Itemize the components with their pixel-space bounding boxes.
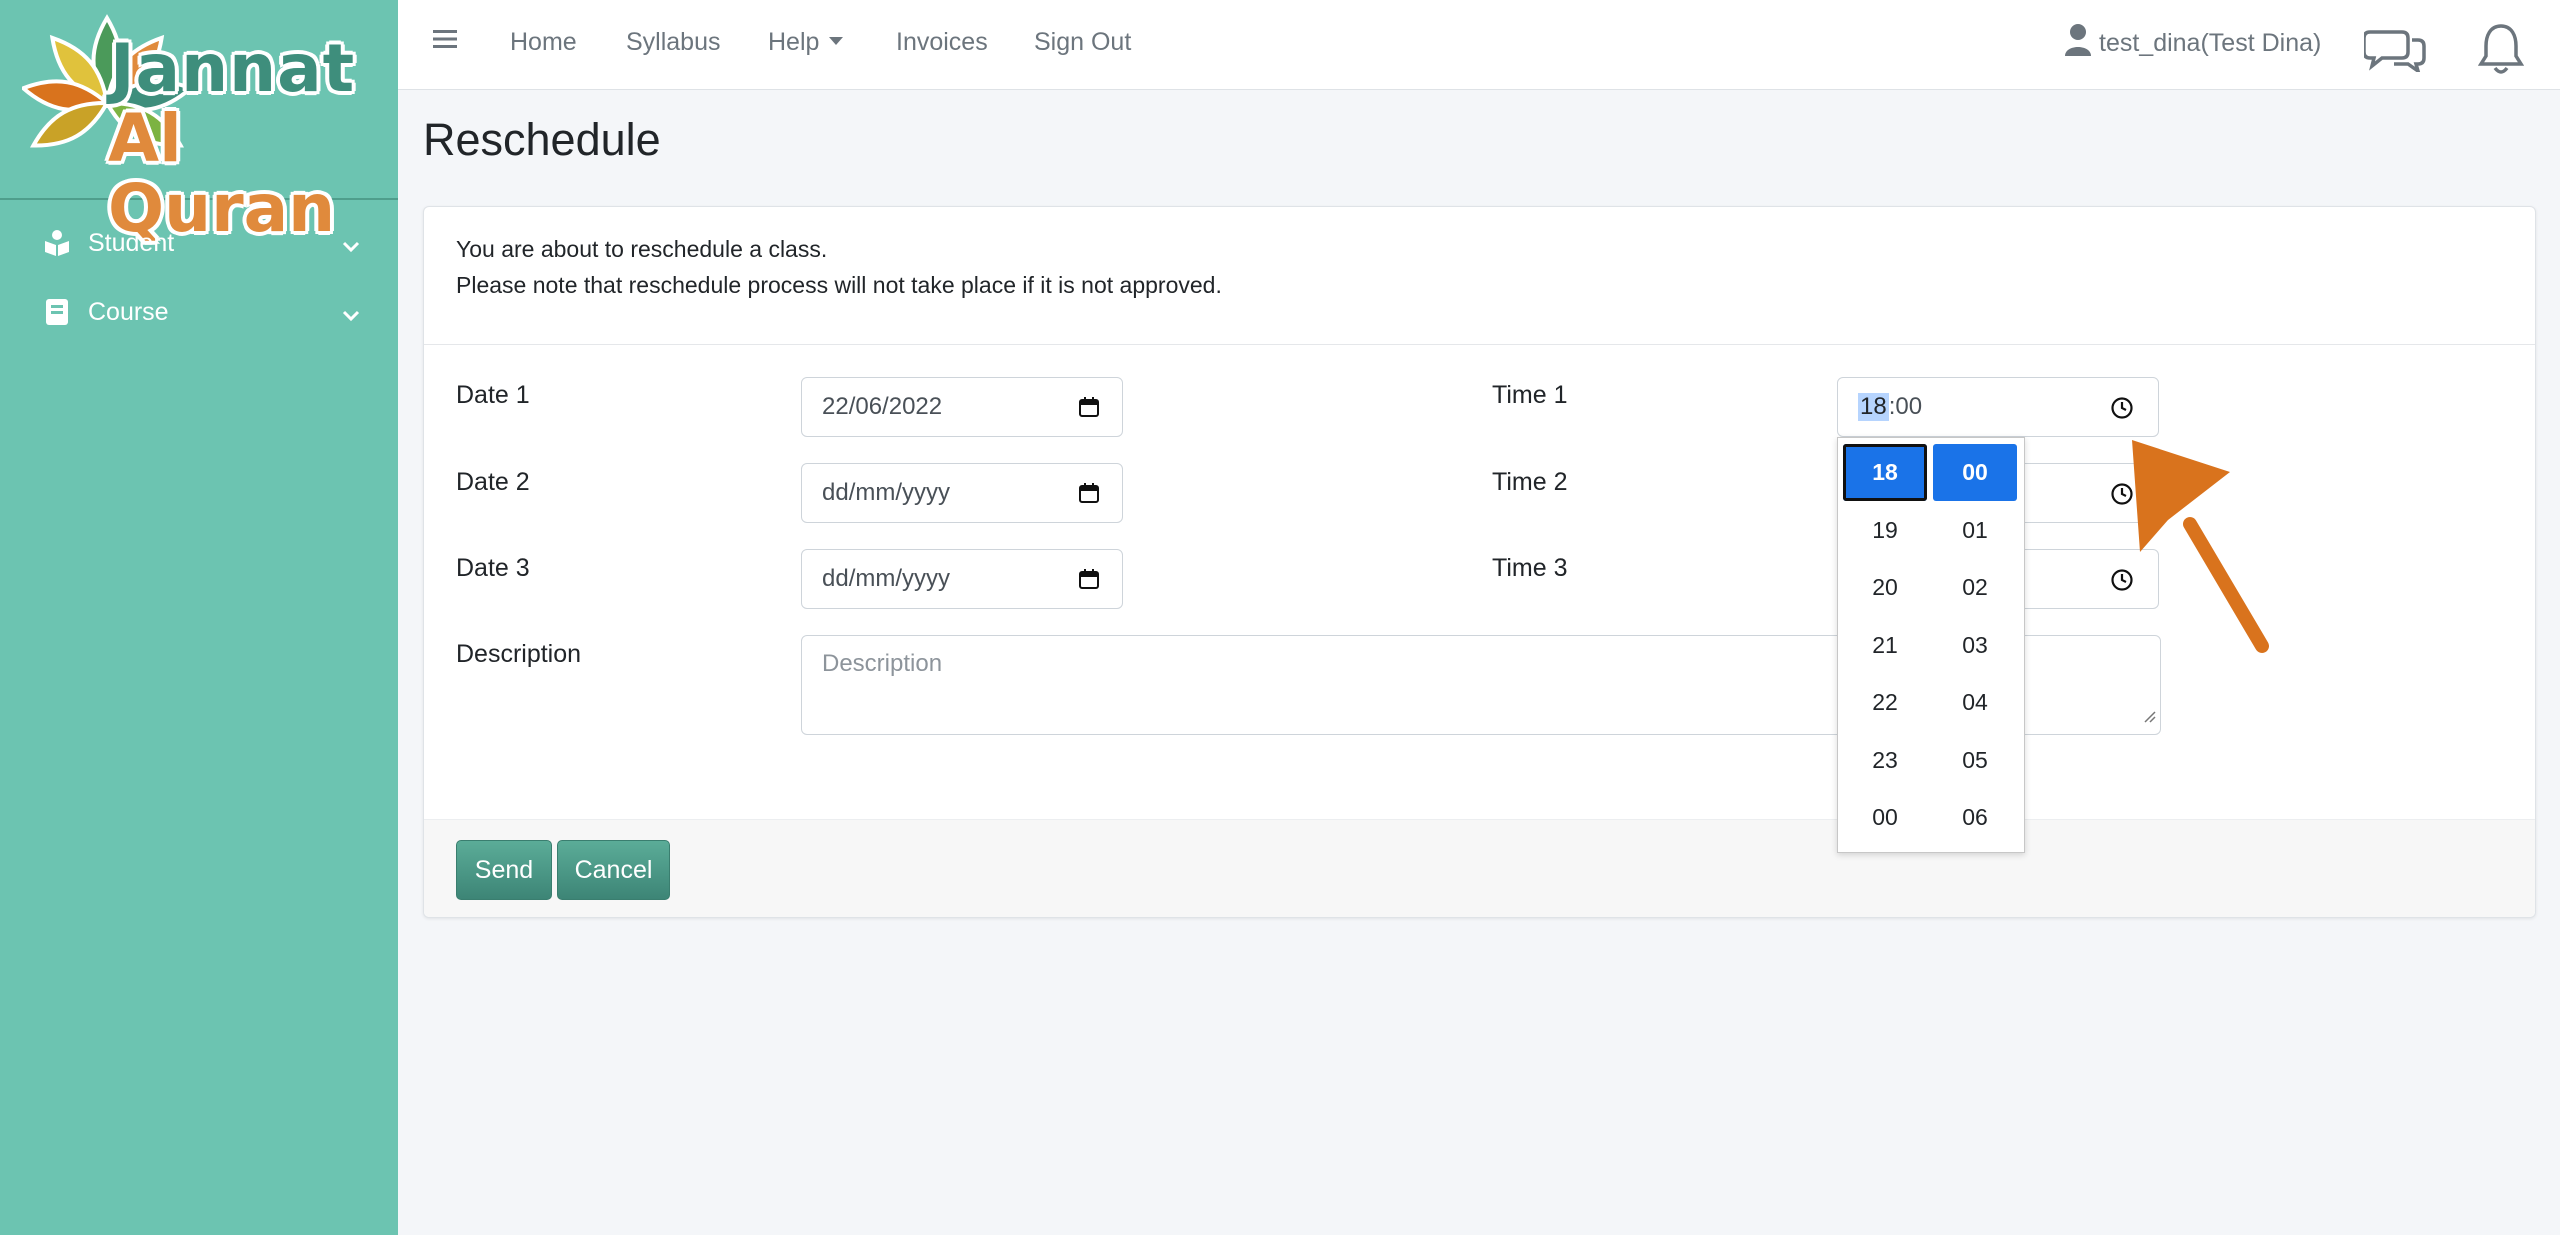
description-placeholder: Description: [822, 650, 943, 677]
caret-down-icon: [829, 37, 844, 46]
book-icon: [42, 297, 72, 327]
hour-option[interactable]: 20: [1843, 559, 1927, 617]
nav-link-home[interactable]: Home: [510, 28, 577, 57]
minute-option[interactable]: 01: [1933, 502, 2017, 560]
user-name: test_dina(Test Dina): [2099, 29, 2322, 57]
resize-handle-icon[interactable]: [2142, 702, 2156, 730]
sidebar-item-label: Course: [88, 297, 169, 326]
minute-option[interactable]: 02: [1933, 559, 2017, 617]
form-footer: Send Cancel: [424, 819, 2535, 917]
hour-option[interactable]: 22: [1843, 674, 1927, 732]
top-navbar: Home Syllabus Help Invoices Sign Out tes…: [398, 0, 2560, 90]
chevron-down-icon: [342, 231, 360, 260]
sidebar-item-label: Student: [88, 228, 175, 257]
user-menu[interactable]: test_dina(Test Dina): [2063, 22, 2321, 65]
date3-value: dd/mm/yyyy: [822, 565, 951, 592]
calendar-icon[interactable]: [1078, 396, 1100, 425]
annotation-arrow-icon: [2132, 440, 2269, 653]
hour-option[interactable]: 19: [1843, 502, 1927, 560]
minute-option[interactable]: 05: [1933, 732, 2017, 790]
minute-option[interactable]: 03: [1933, 617, 2017, 675]
time1-hours[interactable]: 18: [1858, 393, 1889, 421]
minute-column: 00 01 02 03 04 05 06: [1933, 444, 2017, 847]
minute-option[interactable]: 04: [1933, 674, 2017, 732]
time1-label: Time 1: [1492, 381, 1568, 409]
minute-option[interactable]: 06: [1933, 789, 2017, 847]
nav-link-help-label: Help: [768, 28, 820, 56]
user-icon: [2063, 22, 2093, 65]
notice-line-2: Please note that reschedule process will…: [456, 272, 1222, 298]
reader-icon: [42, 228, 72, 258]
date3-label: Date 3: [456, 554, 530, 582]
hamburger-menu-icon[interactable]: [432, 28, 458, 55]
hour-option[interactable]: 00: [1843, 789, 1927, 847]
minute-option[interactable]: 00: [1933, 444, 2017, 501]
bell-icon[interactable]: [2477, 22, 2525, 81]
cancel-button[interactable]: Cancel: [557, 840, 670, 900]
nav-link-help[interactable]: Help: [768, 28, 844, 57]
page-title: Reschedule: [423, 114, 661, 165]
chevron-down-icon: [342, 300, 360, 329]
calendar-icon[interactable]: [1078, 482, 1100, 511]
hour-column: 18 19 20 21 22 23 00: [1843, 444, 1927, 847]
sidebar: Jannat Al Quran Student Course: [0, 0, 398, 1235]
time3-label: Time 3: [1492, 554, 1568, 582]
date1-value: 22/06/2022: [822, 393, 943, 420]
description-label: Description: [456, 640, 582, 668]
calendar-icon[interactable]: [1078, 568, 1100, 597]
brand-logo[interactable]: Jannat Al Quran: [0, 0, 398, 244]
chat-bubbles-icon[interactable]: [2362, 26, 2426, 77]
nav-link-sign-out[interactable]: Sign Out: [1034, 28, 1131, 57]
date1-label: Date 1: [456, 381, 530, 409]
notice-line-1: You are about to reschedule a class.: [456, 236, 828, 262]
hour-option[interactable]: 23: [1843, 732, 1927, 790]
sidebar-item-student[interactable]: Student: [0, 213, 398, 273]
time1-input[interactable]: 18:00: [1837, 377, 2159, 437]
time1-minutes[interactable]: :00: [1889, 393, 1922, 421]
time-picker-dropdown: 18 19 20 21 22 23 00 00 01 02 03 04 05 0…: [1837, 437, 2025, 853]
reschedule-notice: You are about to reschedule a class. Ple…: [424, 207, 2535, 345]
date2-input[interactable]: dd/mm/yyyy: [801, 463, 1123, 523]
date2-value: dd/mm/yyyy: [822, 479, 951, 506]
date1-input[interactable]: 22/06/2022: [801, 377, 1123, 437]
date2-label: Date 2: [456, 468, 530, 496]
hour-option[interactable]: 21: [1843, 617, 1927, 675]
date3-input[interactable]: dd/mm/yyyy: [801, 549, 1123, 609]
sidebar-item-course[interactable]: Course: [0, 282, 398, 342]
nav-link-invoices[interactable]: Invoices: [896, 28, 988, 57]
time2-label: Time 2: [1492, 468, 1568, 496]
send-button[interactable]: Send: [456, 840, 552, 900]
nav-link-syllabus[interactable]: Syllabus: [626, 28, 721, 57]
hour-option[interactable]: 18: [1843, 444, 1927, 501]
brand-line1: Jannat: [110, 30, 356, 107]
